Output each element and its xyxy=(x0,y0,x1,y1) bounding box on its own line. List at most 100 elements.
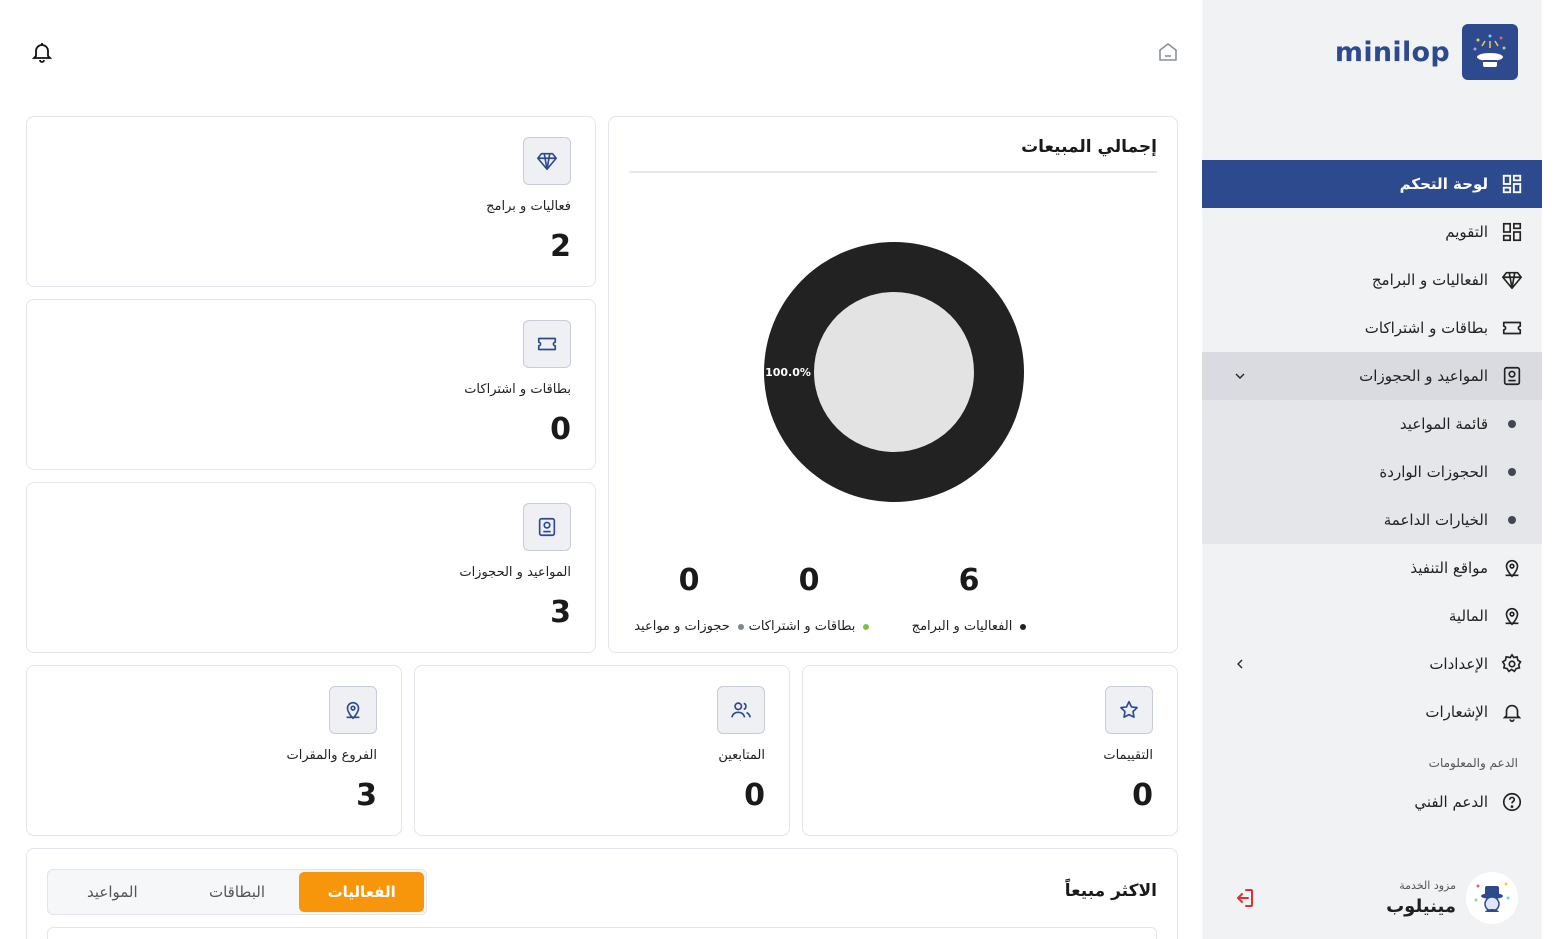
help-icon xyxy=(1500,790,1524,814)
subnav-incoming-bookings[interactable]: الحجوزات الواردة xyxy=(1202,448,1542,496)
location-icon xyxy=(1500,604,1524,628)
brand-name: minilop xyxy=(1334,36,1450,68)
nav-item-bookings[interactable]: المواعيد و الحجوزات xyxy=(1202,352,1542,400)
nav-item-label: الفعاليات و البرامج xyxy=(1371,271,1488,289)
legend-value: 6 xyxy=(958,563,980,598)
nav-item-label: الإشعارات xyxy=(1425,703,1488,721)
nav-item-label: لوحة التحكم xyxy=(1399,175,1488,193)
stat-value: 0 xyxy=(744,778,765,813)
stat-value: 3 xyxy=(356,778,377,813)
stat-value: 0 xyxy=(1132,778,1153,813)
stat-card-branches[interactable]: الفروع والمقرات 3 xyxy=(26,665,402,836)
nav-item-finance[interactable]: المالية xyxy=(1202,592,1542,640)
nav-item-label: التقويم xyxy=(1445,223,1488,241)
star-icon xyxy=(1105,686,1153,734)
legend-dot xyxy=(737,623,744,630)
nav-item-dashboard[interactable]: لوحة التحكم xyxy=(1202,160,1542,208)
profile-role: مزود الخدمة xyxy=(1399,879,1456,892)
bell-icon xyxy=(1500,700,1524,724)
nav-item-label: بطاقات و اشتراكات xyxy=(1364,319,1488,337)
nav-item-calendar[interactable]: التقويم xyxy=(1202,208,1542,256)
sales-donut-chart: 100.0% xyxy=(764,242,1024,502)
slice-percent-label: 100.0% xyxy=(765,366,811,379)
legend-label: حجوزات و مواعيد xyxy=(634,619,730,634)
stat-value: 0 xyxy=(550,412,571,447)
best-selling-list xyxy=(47,927,1157,939)
subnav-appointments-list[interactable]: قائمة المواعيد xyxy=(1202,400,1542,448)
subnav-label: الحجوزات الواردة xyxy=(1379,463,1488,481)
stat-label: الفروع والمقرات xyxy=(286,748,377,763)
stat-card-ratings[interactable]: التقييمات 0 xyxy=(802,665,1178,836)
profile-name: مينيلوب xyxy=(1386,896,1456,917)
users-icon xyxy=(717,686,765,734)
stat-card-cards[interactable]: بطاقات و اشتراكات 0 xyxy=(26,299,596,470)
stat-label: المتابعين xyxy=(718,748,765,763)
nav-item-support[interactable]: الدعم الفني xyxy=(1202,778,1542,826)
home-icon[interactable] xyxy=(1156,40,1180,64)
nav-item-cards[interactable]: بطاقات و اشتراكات xyxy=(1202,304,1542,352)
calendar-grid-icon xyxy=(1500,220,1524,244)
stat-label: فعاليات و برامج xyxy=(486,199,571,214)
stat-value: 3 xyxy=(550,595,571,630)
location-icon xyxy=(329,686,377,734)
dashboard-icon xyxy=(1500,172,1524,196)
ticket-icon xyxy=(523,320,571,368)
legend-dot xyxy=(1020,623,1027,630)
stat-label: التقييمات xyxy=(1103,748,1153,763)
chevron-down-icon[interactable] xyxy=(1230,366,1250,386)
stat-card-bookings[interactable]: المواعيد و الحجوزات 3 xyxy=(26,482,596,653)
magic-hat-logo-icon xyxy=(1462,24,1518,80)
ticket-icon xyxy=(1500,316,1524,340)
avatar xyxy=(1466,872,1518,924)
gear-icon xyxy=(1500,652,1524,676)
subnav-label: قائمة المواعيد xyxy=(1399,415,1488,433)
location-icon xyxy=(1500,556,1524,580)
tab-cards[interactable]: البطاقات xyxy=(175,872,300,912)
nav-item-locations[interactable]: مواقع التنفيذ xyxy=(1202,544,1542,592)
tab-events[interactable]: الفعاليات xyxy=(299,872,424,912)
nav-item-label: مواقع التنفيذ xyxy=(1410,559,1488,577)
user-profile[interactable]: مزود الخدمة مينيلوب xyxy=(1202,870,1542,926)
diamond-icon xyxy=(1500,268,1524,292)
nav-item-label: المالية xyxy=(1448,607,1488,625)
nav-item-settings[interactable]: الإعدادات xyxy=(1202,640,1542,688)
logout-icon[interactable] xyxy=(1230,884,1258,912)
nav-item-notifications[interactable]: الإشعارات xyxy=(1202,688,1542,736)
chevron-left-icon[interactable] xyxy=(1230,654,1250,674)
stat-label: بطاقات و اشتراكات xyxy=(464,382,571,397)
nav-item-label: المواعيد و الحجوزات xyxy=(1359,367,1488,385)
bullet-dot xyxy=(1508,468,1516,476)
booking-icon xyxy=(523,503,571,551)
legend-bookings: 0 حجوزات و مواعيد xyxy=(609,563,769,634)
nav-item-events[interactable]: الفعاليات و البرامج xyxy=(1202,256,1542,304)
legend-dot xyxy=(863,623,870,630)
divider xyxy=(629,171,1157,173)
nav-item-label: الدعم الفني xyxy=(1414,793,1488,811)
bookings-submenu: قائمة المواعيد الحجوزات الواردة الخيارات… xyxy=(1202,400,1542,544)
support-section-label: الدعم والمعلومات xyxy=(1428,756,1518,770)
brand-logo[interactable]: minilop xyxy=(1335,24,1518,80)
nav-item-label: الإعدادات xyxy=(1429,655,1488,673)
diamond-icon xyxy=(523,137,571,185)
notifications-bell-icon[interactable] xyxy=(30,40,54,64)
stat-value: 2 xyxy=(550,229,571,264)
sidebar: minilop لوحة التحكم التقويم الفعاليات و … xyxy=(1202,0,1542,939)
best-selling-title: الاكثر مبيعاً xyxy=(1064,881,1157,901)
subnav-label: الخيارات الداعمة xyxy=(1383,511,1488,529)
stat-card-events[interactable]: فعاليات و برامج 2 xyxy=(26,116,596,287)
stat-card-followers[interactable]: المتابعين 0 xyxy=(414,665,790,836)
best-selling-tabs: الفعاليات البطاقات المواعيد xyxy=(47,869,427,915)
tab-appointments[interactable]: المواعيد xyxy=(50,872,175,912)
total-sales-card: إجمالي المبيعات 100.0% 6 الفعاليات و الب… xyxy=(608,116,1178,653)
bullet-dot xyxy=(1508,516,1516,524)
legend-events: 6 الفعاليات و البرامج xyxy=(889,563,1049,634)
main-nav: لوحة التحكم التقويم الفعاليات و البرامج … xyxy=(1202,160,1542,826)
best-selling-card: الاكثر مبيعاً الفعاليات البطاقات المواعي… xyxy=(26,848,1178,939)
stat-label: المواعيد و الحجوزات xyxy=(459,565,571,580)
subnav-support-options[interactable]: الخيارات الداعمة xyxy=(1202,496,1542,544)
donut-hole xyxy=(814,292,974,452)
bullet-dot xyxy=(1508,420,1516,428)
sales-title: إجمالي المبيعات xyxy=(1021,137,1157,157)
legend-value: 0 xyxy=(678,563,700,598)
booking-icon xyxy=(1500,364,1524,388)
